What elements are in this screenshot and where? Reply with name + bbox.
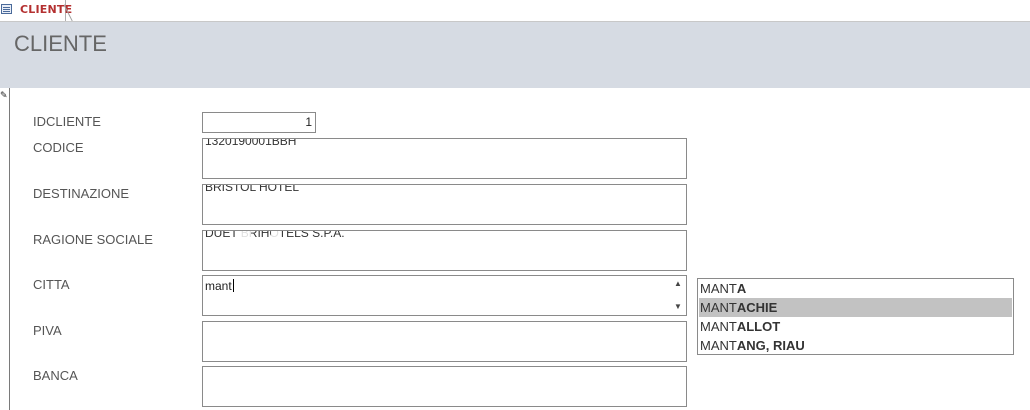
citta-label: CITTA [33,277,70,292]
record-selector[interactable] [0,88,10,410]
tab-edge [64,0,76,21]
destinazione-label: DESTINAZIONE [33,186,130,201]
idcliente-value: 1 [305,115,312,129]
scroll-down-arrow-icon[interactable]: ▼ [672,301,684,313]
document-tab-bar: CLIENTE [0,0,1030,22]
autocomplete-item-match: MANT [700,300,737,315]
codice-label: CODICE [33,140,84,155]
citta-value-wrap: mant [205,279,234,293]
autocomplete-item[interactable]: MANTA [699,279,1012,298]
banca-label: BANCA [33,368,78,383]
form-header: CLIENTE [0,22,1030,88]
idcliente-field[interactable]: 1 [202,112,316,133]
autocomplete-item-match: MANT [700,338,737,353]
piva-field[interactable] [202,321,687,362]
banca-field[interactable] [202,366,687,407]
form-title: CLIENTE [14,31,107,56]
piva-label: PIVA [33,323,62,338]
autocomplete-item[interactable]: MANTALLOT [699,317,1012,336]
ragione-sociale-label: RAGIONE SOCIALE [33,232,153,247]
ragione-sociale-field[interactable]: DUET BRIHOTELS S.P.A. [202,230,687,271]
autocomplete-item-rest: ACHIE [736,300,778,315]
citta-value: mant [205,279,232,293]
autocomplete-item[interactable]: MANTANG, RIAU [699,336,1012,355]
citta-field[interactable]: mant ▲ ▼ [202,275,687,316]
idcliente-label: IDCLIENTE [33,114,101,129]
autocomplete-item-selected[interactable]: MANTACHIE [699,298,1012,317]
scroll-up-arrow-icon[interactable]: ▲ [672,278,684,290]
codice-field[interactable]: 1320190001BBH [202,138,687,179]
tab-cliente[interactable]: CLIENTE [0,0,72,21]
codice-value: 1320190001BBH [205,138,297,148]
autocomplete-item-rest: ALLOT [736,319,781,334]
autocomplete-item-rest: ANG, RIAU [736,338,805,353]
autocomplete-item-match: MANT [700,281,737,296]
redaction-smudge [239,231,251,245]
autocomplete-item-rest: A [736,281,747,296]
pencil-edit-icon: ✎ [0,91,8,101]
autocomplete-item-match: MANT [700,319,737,334]
form-icon [1,4,12,14]
redaction-smudge [271,231,281,245]
destinazione-value: BRISTOL HOTEL [205,184,300,194]
citta-autocomplete-list: MANTA MANTACHIE MANTALLOT MANTANG, RIAU [697,278,1014,355]
destinazione-field[interactable]: BRISTOL HOTEL [202,184,687,225]
text-cursor [232,279,234,292]
